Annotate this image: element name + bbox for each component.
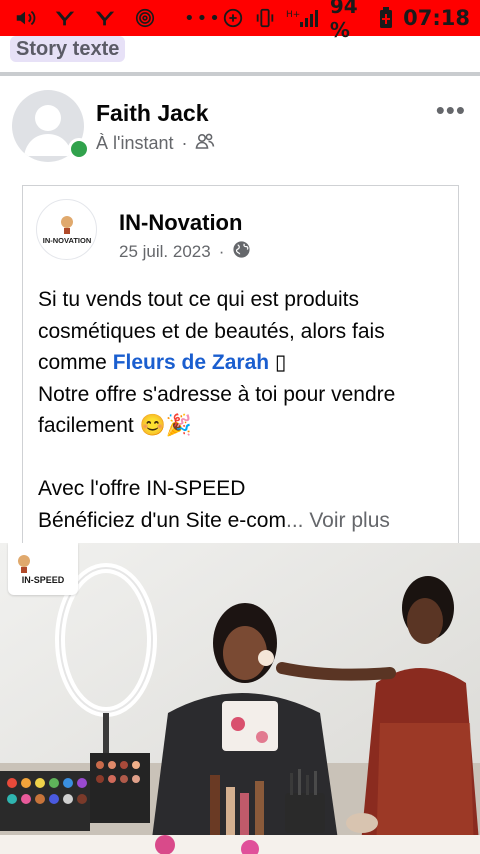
see-more-link[interactable]: Voir plus: [309, 509, 390, 532]
data-saver-icon: [222, 7, 244, 29]
page-logo[interactable]: IN-NOVATION: [36, 199, 97, 260]
more-notifications-icon: •••: [184, 7, 222, 29]
text-line: Bénéficiez d'un Site e-com... Voir plus: [38, 505, 456, 537]
svg-text:IN-SPEED: IN-SPEED: [22, 575, 65, 585]
meta-separator: ·: [181, 133, 188, 153]
signal-icon: H+: [286, 7, 320, 29]
text-line: comme Fleurs de Zarah ▯: [38, 347, 456, 379]
svg-text:H+: H+: [286, 10, 300, 20]
battery-charging-icon: [379, 7, 393, 29]
volume-icon: [14, 7, 36, 29]
shared-post-text: Si tu vends tout ce qui est produits cos…: [38, 284, 456, 536]
text-line: Notre offre s'adresse à toi pour vendre: [38, 382, 396, 406]
shared-post-card[interactable]: IN-NOVATION IN-Novation 25 juil. 2023 · …: [22, 185, 459, 545]
friends-icon[interactable]: [195, 132, 215, 155]
svg-text:IN-NOVATION: IN-NOVATION: [42, 236, 90, 245]
meta-separator: ·: [218, 242, 225, 261]
app-notification-icon-2: [94, 7, 116, 29]
online-status-dot: [68, 138, 90, 160]
post-time[interactable]: À l'instant: [96, 133, 173, 154]
shared-post-date[interactable]: 25 juil. 2023: [119, 242, 211, 262]
shared-post-meta: 25 juil. 2023 ·: [119, 240, 251, 264]
post-image[interactable]: IN-SPEED: [0, 543, 480, 854]
in-speed-logo-badge: IN-SPEED: [8, 543, 78, 595]
page-name[interactable]: IN-Novation: [119, 210, 242, 236]
text-fragment: Bénéficiez d'un Site e-com: [38, 508, 286, 532]
ellipsis: ...: [285, 508, 310, 532]
vibrate-icon: [254, 7, 276, 29]
app-notification-icon: [54, 7, 76, 29]
clock: 07:18: [403, 6, 470, 30]
text-line: facilement 😊🎉: [38, 414, 192, 437]
more-options-button[interactable]: •••: [436, 97, 466, 123]
globe-icon: [232, 240, 251, 264]
battery-percent: 94 %: [329, 0, 358, 42]
section-divider: [0, 72, 480, 76]
status-bar: ••• H+ 94 % 07:18: [0, 0, 480, 42]
text-line: Avec l'offre IN-SPEED: [38, 477, 246, 500]
story-text-chip[interactable]: Story texte: [10, 36, 126, 62]
author-name[interactable]: Faith Jack: [96, 100, 209, 127]
post-meta: À l'instant ·: [96, 132, 215, 155]
text-line: Si tu vends tout ce qui est produits: [38, 288, 360, 311]
text-line: cosmétiques et de beautés, alors fais: [38, 319, 385, 343]
fingerprint-icon: [134, 7, 156, 29]
mention-link[interactable]: Fleurs de Zarah: [113, 351, 269, 374]
text-fragment: ▯: [269, 351, 287, 374]
text-fragment: comme: [38, 351, 113, 374]
